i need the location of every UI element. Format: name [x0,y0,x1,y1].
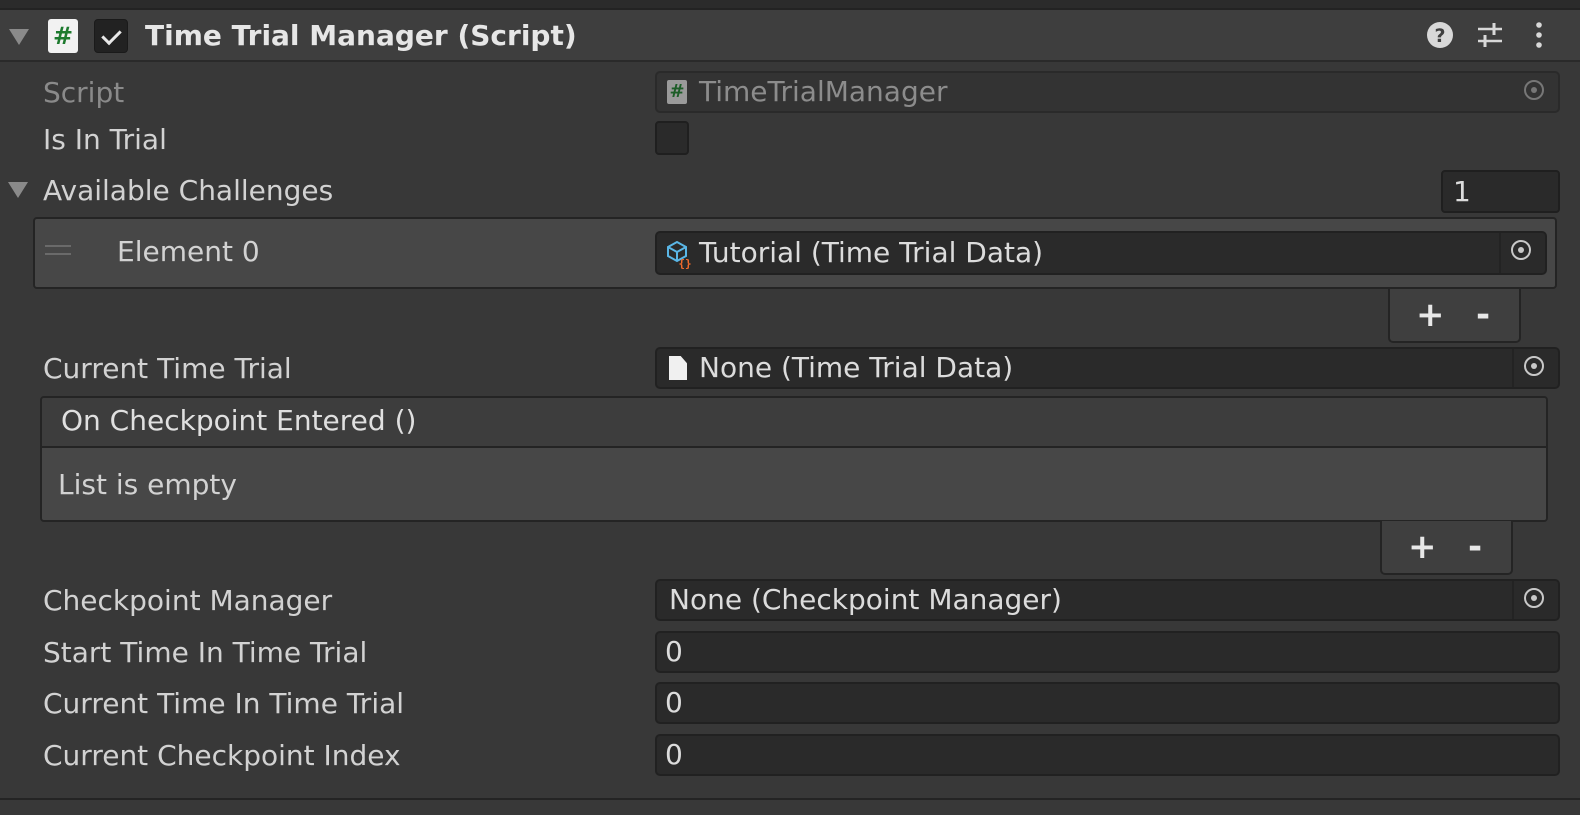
empty-list-text: List is empty [58,468,237,501]
current-time-trial-label: Current Time Trial [43,352,292,385]
checkpoint-manager-label: Checkpoint Manager [43,584,333,617]
inspector-bottom-border [0,798,1580,800]
start-time-field[interactable]: 0 [655,631,1560,673]
svg-text:?: ? [1434,25,1445,47]
component-title: Time Trial Manager (Script) [145,19,577,52]
script-field: # TimeTrialManager [655,71,1560,113]
is-in-trial-checkbox[interactable] [655,121,689,155]
current-time-label: Current Time In Time Trial [43,687,405,720]
svg-text:{}: {} [678,257,691,269]
checkpoint-manager-value: None (Checkpoint Manager) [669,583,1062,616]
object-picker-icon[interactable] [1512,581,1558,619]
is-in-trial-label: Is In Trial [43,123,167,156]
drag-handle-icon[interactable] [45,245,71,255]
checkpoint-manager-field[interactable]: None (Checkpoint Manager) [655,579,1560,621]
checkpoint-index-value: 0 [665,738,683,771]
unity-event-box: On Checkpoint Entered () List is empty [40,396,1548,522]
kebab-menu-icon[interactable] [1524,20,1554,50]
current-time-trial-field[interactable]: None (Time Trial Data) [655,347,1560,389]
document-icon [669,356,687,380]
foldout-arrow-icon[interactable] [8,182,28,198]
current-time-trial-value: None (Time Trial Data) [699,351,1014,384]
add-element-button[interactable]: + [1416,295,1445,335]
element-0-value: Tutorial (Time Trial Data) [699,236,1044,269]
challenges-add-remove: + - [1388,289,1521,343]
script-icon: # [667,80,687,104]
script-value: TimeTrialManager [699,75,948,108]
array-size-value: 1 [1453,175,1471,208]
component-header[interactable]: # Time Trial Manager (Script) ? [0,10,1580,62]
presets-icon[interactable] [1475,20,1505,50]
checkpoint-index-label: Current Checkpoint Index [43,739,401,772]
add-listener-button[interactable]: + [1408,527,1437,567]
script-icon: # [48,19,78,53]
script-label: Script [43,76,125,109]
challenges-list: Element 0 {} Tutorial (Time Trial Data) [33,217,1557,289]
event-body: List is empty [42,448,1546,520]
element-0-object-field[interactable]: {} Tutorial (Time Trial Data) [655,231,1547,275]
start-time-value: 0 [665,635,683,668]
remove-element-button[interactable]: - [1476,295,1490,335]
collapse-arrow-icon[interactable] [9,29,29,45]
object-picker-icon [1514,73,1558,111]
object-picker-icon[interactable] [1499,233,1545,273]
element-label: Element 0 [117,235,260,268]
current-time-field[interactable]: 0 [655,682,1560,724]
available-challenges-label[interactable]: Available Challenges [43,174,333,208]
help-icon[interactable]: ? [1425,20,1455,50]
checkpoint-index-field[interactable]: 0 [655,734,1560,776]
object-picker-icon[interactable] [1512,349,1558,387]
current-time-value: 0 [665,686,683,719]
event-title: On Checkpoint Entered () [61,404,417,437]
event-add-remove: + - [1380,521,1513,575]
array-size-field[interactable]: 1 [1441,170,1560,213]
remove-listener-button[interactable]: - [1468,527,1482,567]
scriptable-object-icon: {} [667,240,692,269]
event-header: On Checkpoint Entered () [42,398,1546,448]
inspector-top-border [0,0,1580,10]
component-enabled-toggle[interactable] [94,19,128,53]
start-time-label: Start Time In Time Trial [43,636,368,669]
